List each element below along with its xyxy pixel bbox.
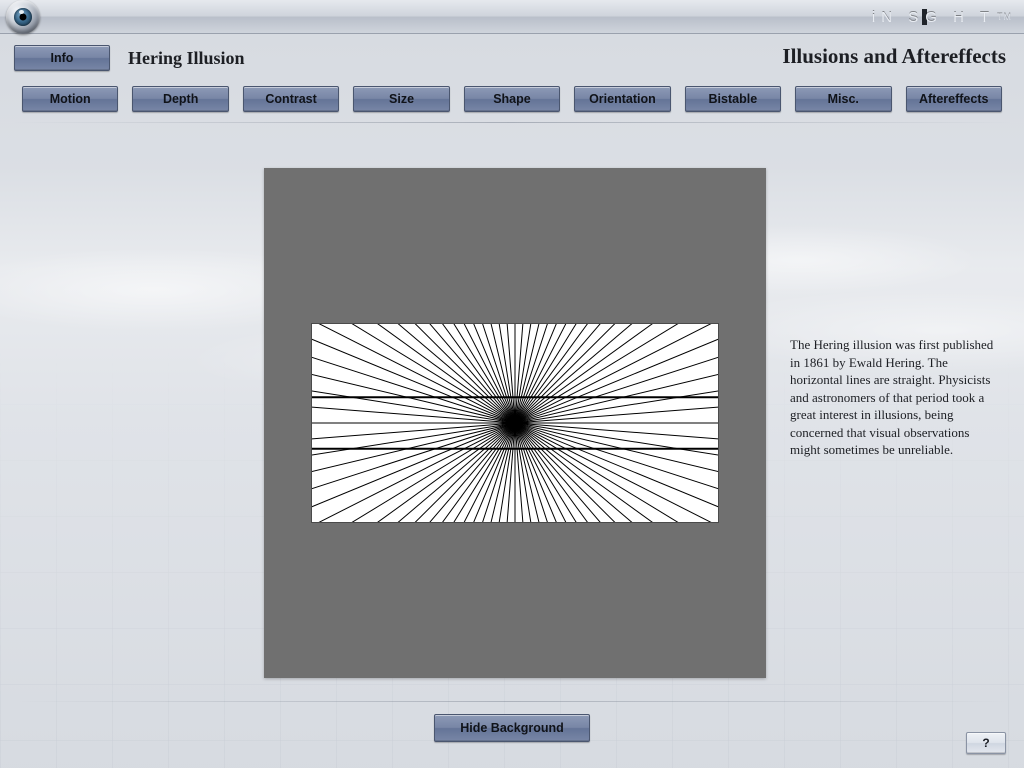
brand-wordmark: iN S G H TTM	[872, 0, 1012, 34]
illusion-stage	[264, 168, 766, 678]
tab-depth[interactable]: Depth	[132, 86, 228, 112]
hering-illusion-figure	[311, 323, 719, 523]
tab-contrast[interactable]: Contrast	[243, 86, 339, 112]
app-logo-icon	[6, 0, 40, 34]
tab-misc[interactable]: Misc.	[795, 86, 891, 112]
tab-size[interactable]: Size	[353, 86, 449, 112]
tab-bistable[interactable]: Bistable	[685, 86, 781, 112]
illusion-description: The Hering illusion was first published …	[790, 336, 1000, 459]
section-title: Illusions and Aftereffects	[782, 44, 1006, 69]
category-tabs: Motion Depth Contrast Size Shape Orienta…	[0, 86, 1024, 112]
info-button[interactable]: Info	[14, 45, 110, 71]
tab-motion[interactable]: Motion	[22, 86, 118, 112]
tab-aftereffects[interactable]: Aftereffects	[906, 86, 1002, 112]
help-button[interactable]: ?	[966, 732, 1006, 754]
tab-orientation[interactable]: Orientation	[574, 86, 670, 112]
tab-shape[interactable]: Shape	[464, 86, 560, 112]
illusion-title: Hering Illusion	[128, 48, 245, 69]
app-titlebar: iN S G H TTM	[0, 0, 1024, 34]
hide-background-button[interactable]: Hide Background	[434, 714, 590, 742]
